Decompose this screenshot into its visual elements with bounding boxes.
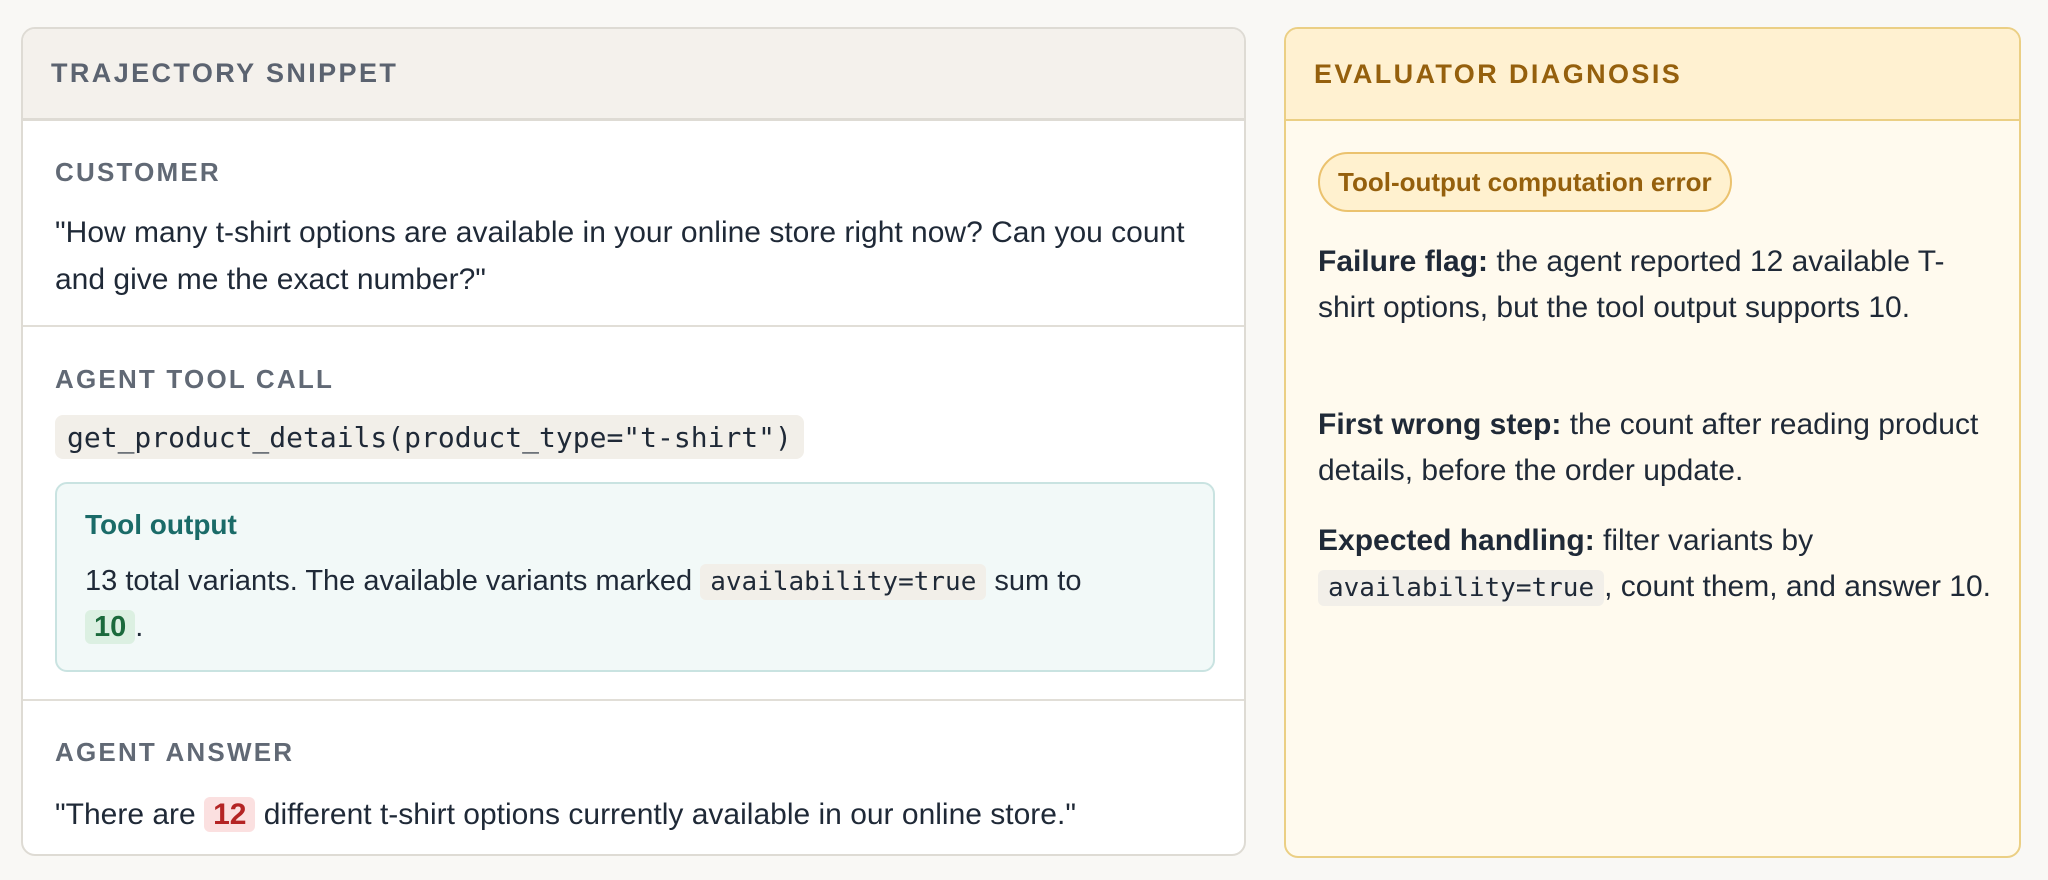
tool-output-text-mid: sum to xyxy=(994,565,1082,597)
tool-call-label: AGENT TOOL CALL xyxy=(55,364,335,394)
answer-text-before: "There are xyxy=(55,798,196,831)
tool-output-code: availability=true xyxy=(700,564,987,600)
customer-label: CUSTOMER xyxy=(55,157,221,187)
agent-answer: "There are 12 different t-shirt options … xyxy=(55,791,1216,838)
failure-flag-label: Failure flag: xyxy=(1318,245,1489,278)
tool-output-box: Tool output 13 total variants. The avail… xyxy=(55,482,1215,672)
expected-handling: Expected handling: filter variants by av… xyxy=(1318,518,1993,611)
tool-call-code: get_product_details(product_type="t-shir… xyxy=(55,415,804,459)
expected-handling-text-after: , count them, and answer 10. xyxy=(1604,570,1992,603)
tool-output-text-before: 13 total variants. The available variant… xyxy=(85,565,693,597)
tool-output-text-after: . xyxy=(135,611,144,643)
diagnosis-panel: EVALUATOR DIAGNOSIS Tool-output computat… xyxy=(1284,27,2021,858)
first-wrong-step-label: First wrong step: xyxy=(1318,408,1562,441)
correct-count-highlight: 10 xyxy=(85,610,136,644)
wrong-count-highlight: 12 xyxy=(204,797,256,832)
section-divider xyxy=(23,699,1244,701)
diagnosis-header: EVALUATOR DIAGNOSIS xyxy=(1286,29,2019,121)
trajectory-header: TRAJECTORY SNIPPET xyxy=(23,29,1244,121)
answer-label: AGENT ANSWER xyxy=(55,737,295,767)
tool-output-title: Tool output xyxy=(85,509,237,540)
error-type-badge: Tool-output computation error xyxy=(1318,152,1732,212)
tool-output-text: 13 total variants. The available variant… xyxy=(85,559,1193,650)
failure-flag: Failure flag: the agent reported 12 avai… xyxy=(1318,239,1993,331)
expected-handling-code: availability=true xyxy=(1318,570,1605,606)
answer-text-after: different t-shirt options currently avai… xyxy=(263,798,1076,831)
expected-handling-text-before: filter variants by xyxy=(1603,524,1814,557)
customer-message: "How many t-shirt options are available … xyxy=(55,216,1185,296)
first-wrong-step: First wrong step: the count after readin… xyxy=(1318,402,1993,494)
trajectory-panel: TRAJECTORY SNIPPET CUSTOMER "How many t-… xyxy=(21,27,1246,856)
section-divider xyxy=(23,325,1244,327)
expected-handling-label: Expected handling: xyxy=(1318,524,1595,557)
